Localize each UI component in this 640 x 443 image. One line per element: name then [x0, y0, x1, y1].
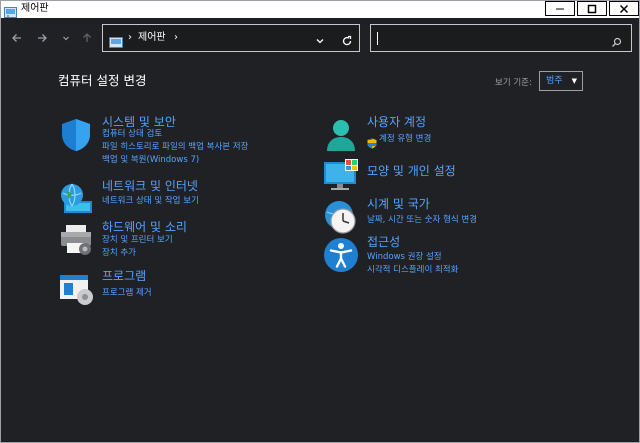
maximize-button[interactable]: [577, 1, 607, 16]
category-title[interactable]: 모양 및 개인 설정: [367, 164, 456, 179]
forward-arrow-icon[interactable]: [35, 32, 49, 46]
breadcrumb-separator[interactable]: ›: [174, 31, 178, 45]
page-title: 컴퓨터 설정 변경: [58, 73, 147, 88]
control-panel-window: 제어판 › 제어판 › 컴퓨터 설정 변경 보기 기준: 범주 ▼ 시스템 및 …: [0, 0, 640, 443]
category-link[interactable]: 컴퓨터 상태 검토: [102, 129, 162, 140]
network-globe-icon[interactable]: [58, 181, 94, 217]
view-by-label: 보기 기준:: [495, 78, 532, 88]
window-title: 제어판: [21, 3, 49, 14]
accessibility-icon[interactable]: [323, 237, 359, 273]
category-title[interactable]: 네트워크 및 인터넷: [102, 179, 198, 194]
user-icon[interactable]: [323, 117, 359, 153]
back-arrow-icon[interactable]: [10, 32, 24, 46]
search-input[interactable]: [370, 24, 632, 52]
category-link[interactable]: 네트워크 상태 및 작업 보기: [102, 196, 199, 207]
text-cursor: [377, 32, 378, 45]
chevron-down-icon: ▼: [571, 77, 577, 85]
recent-locations-chevron-icon[interactable]: [59, 32, 73, 46]
title-bar[interactable]: 제어판: [1, 1, 639, 18]
category-link[interactable]: 장치 추가: [102, 248, 136, 259]
category-title[interactable]: 하드웨어 및 소리: [102, 220, 187, 235]
monitor-icon[interactable]: [323, 158, 359, 194]
control-panel-icon: [109, 33, 123, 48]
category-link[interactable]: 장치 및 프린터 보기: [102, 235, 173, 246]
address-dropdown-chevron-icon[interactable]: [315, 32, 325, 51]
breadcrumb-separator[interactable]: ›: [128, 31, 132, 45]
category-link[interactable]: 백업 및 복원(Windows 7): [102, 155, 199, 166]
close-icon: [619, 1, 629, 18]
category-title[interactable]: 사용자 계정: [367, 115, 426, 130]
navigation-toolbar: › 제어판 ›: [1, 18, 639, 58]
category-link[interactable]: Windows 권장 설정: [367, 252, 442, 263]
up-arrow-icon[interactable]: [80, 32, 94, 46]
category-link[interactable]: 프로그램 제거: [102, 288, 152, 299]
control-panel-icon: [4, 3, 17, 18]
category-link[interactable]: 계정 유형 변경: [379, 134, 431, 145]
address-bar[interactable]: › 제어판 ›: [102, 24, 360, 52]
view-by-select[interactable]: 범주 ▼: [539, 71, 583, 91]
category-title[interactable]: 접근성: [367, 235, 400, 250]
minimize-icon: [555, 1, 565, 18]
category-link[interactable]: 시각적 디스플레이 최적화: [367, 265, 458, 276]
refresh-icon[interactable]: [341, 32, 353, 51]
status-strip: [1, 439, 639, 442]
programs-icon[interactable]: [58, 271, 94, 307]
category-link[interactable]: 날짜, 시간 또는 숫자 형식 변경: [367, 215, 477, 226]
uac-shield-icon: [367, 134, 377, 153]
maximize-icon: [587, 1, 597, 18]
category-link[interactable]: 파일 히스토리로 파일의 백업 복사본 저장: [102, 142, 248, 153]
clock-globe-icon[interactable]: [323, 199, 359, 235]
close-button[interactable]: [609, 1, 639, 16]
category-title[interactable]: 시스템 및 보안: [102, 115, 176, 130]
breadcrumb-control-panel[interactable]: 제어판: [138, 31, 166, 45]
minimize-button[interactable]: [545, 1, 575, 16]
printer-icon[interactable]: [58, 222, 94, 258]
category-title[interactable]: 시계 및 국가: [367, 197, 430, 212]
search-icon[interactable]: [611, 33, 622, 52]
shield-icon[interactable]: [58, 117, 94, 153]
view-by-value: 범주: [546, 76, 563, 86]
category-title[interactable]: 프로그램: [102, 269, 146, 284]
